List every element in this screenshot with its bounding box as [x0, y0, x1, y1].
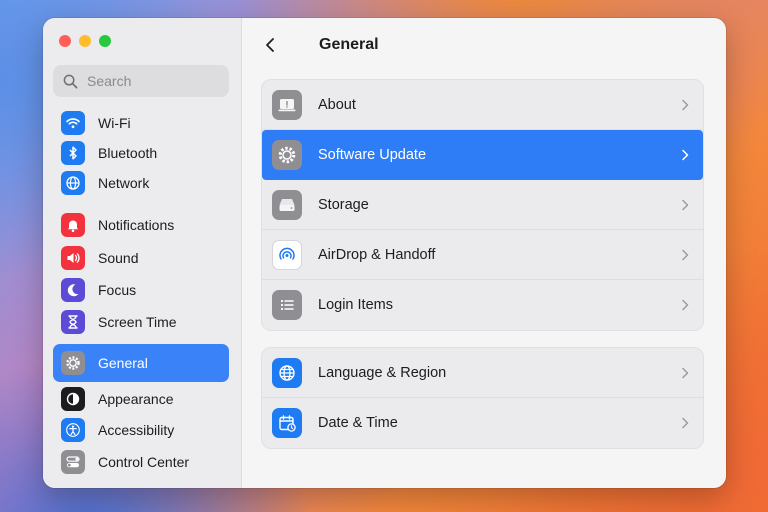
- about-icon: [272, 89, 302, 120]
- row-label: Storage: [318, 196, 369, 213]
- sidebar-item-label: General: [98, 355, 148, 371]
- sidebar-item-network[interactable]: Network: [53, 168, 229, 198]
- chevron-right-icon: [682, 199, 689, 210]
- chevron-right-icon: [682, 417, 689, 429]
- settings-window: Wi-Fi Bluetooth Network Notifications: [43, 18, 726, 488]
- row-storage[interactable]: Storage: [262, 180, 703, 230]
- search-icon: [63, 74, 78, 88]
- globe-icon: [61, 171, 85, 195]
- close-button[interactable]: [59, 35, 71, 47]
- settings-group-system: About Software Update Storage AirDrop & …: [261, 79, 704, 331]
- row-language-region[interactable]: Language & Region: [262, 348, 703, 398]
- minimize-button[interactable]: [79, 35, 91, 47]
- settings-group-locale: Language & Region Date & Time: [261, 347, 704, 449]
- zoom-button[interactable]: [99, 35, 111, 47]
- chevron-right-icon: [682, 99, 689, 110]
- bluetooth-icon: [61, 141, 85, 165]
- row-date-time[interactable]: Date & Time: [262, 398, 703, 448]
- sidebar-item-general[interactable]: General: [53, 344, 229, 382]
- row-airdrop-handoff[interactable]: AirDrop & Handoff: [262, 230, 703, 280]
- chevron-right-icon: [682, 149, 689, 160]
- appearance-icon: [61, 387, 85, 411]
- sidebar-item-label: Bluetooth: [98, 145, 158, 161]
- list-icon: [272, 290, 302, 320]
- row-label: Login Items: [318, 297, 393, 313]
- row-label: Date & Time: [318, 415, 398, 431]
- chevron-right-icon: [682, 299, 689, 311]
- page-title: General: [319, 36, 379, 53]
- moon-icon: [61, 278, 85, 302]
- sidebar-item-label: Accessibility: [98, 422, 175, 438]
- window-controls: [59, 35, 111, 47]
- globe-icon: [272, 357, 302, 388]
- sidebar: Wi-Fi Bluetooth Network Notifications: [43, 18, 242, 488]
- sidebar-item-label: Control Center: [98, 454, 190, 470]
- row-label: Language & Region: [318, 364, 447, 381]
- bell-icon: [61, 213, 85, 237]
- wifi-icon: [61, 111, 85, 135]
- row-login-items[interactable]: Login Items: [262, 280, 703, 330]
- content-pane: General About Software Update Storage Ai…: [242, 18, 726, 488]
- airdrop-icon: [272, 239, 302, 270]
- hourglass-icon: [61, 310, 85, 334]
- calendar-icon: [272, 408, 302, 438]
- sidebar-item-accessibility[interactable]: Accessibility: [53, 415, 229, 445]
- row-software-update[interactable]: Software Update: [262, 130, 703, 180]
- sidebar-item-control-center[interactable]: Control Center: [53, 447, 229, 477]
- speaker-icon: [61, 246, 85, 270]
- sidebar-item-label: Network: [98, 175, 150, 191]
- chevron-left-icon: [266, 38, 274, 52]
- sidebar-item-label: Sound: [98, 250, 139, 266]
- chevron-right-icon: [682, 367, 689, 378]
- sidebar-item-bluetooth[interactable]: Bluetooth: [53, 138, 229, 168]
- accessibility-icon: [61, 418, 85, 442]
- sidebar-item-label: Appearance: [98, 391, 174, 407]
- sidebar-item-focus[interactable]: Focus: [53, 275, 229, 305]
- sidebar-item-label: Wi-Fi: [98, 115, 131, 131]
- sidebar-item-notifications[interactable]: Notifications: [53, 210, 229, 240]
- gear-icon: [61, 351, 85, 375]
- chevron-right-icon: [682, 249, 689, 260]
- sidebar-item-label: Focus: [98, 282, 137, 298]
- gear-icon: [272, 139, 302, 170]
- row-label: AirDrop & Handoff: [318, 246, 436, 263]
- sidebar-item-sound[interactable]: Sound: [53, 243, 229, 273]
- sidebar-item-screen-time[interactable]: Screen Time: [53, 307, 229, 337]
- sidebar-item-wifi[interactable]: Wi-Fi: [53, 108, 229, 138]
- back-button[interactable]: [260, 33, 280, 57]
- search-field[interactable]: [53, 65, 229, 97]
- sidebar-item-label: Screen Time: [98, 314, 177, 330]
- row-about[interactable]: About: [262, 80, 703, 130]
- storage-icon: [272, 189, 302, 220]
- row-label: About: [318, 96, 356, 113]
- toggles-icon: [61, 450, 85, 474]
- row-label: Software Update: [318, 146, 427, 163]
- sidebar-item-appearance[interactable]: Appearance: [53, 384, 229, 414]
- sidebar-item-label: Notifications: [98, 217, 175, 233]
- search-input[interactable]: [85, 72, 229, 90]
